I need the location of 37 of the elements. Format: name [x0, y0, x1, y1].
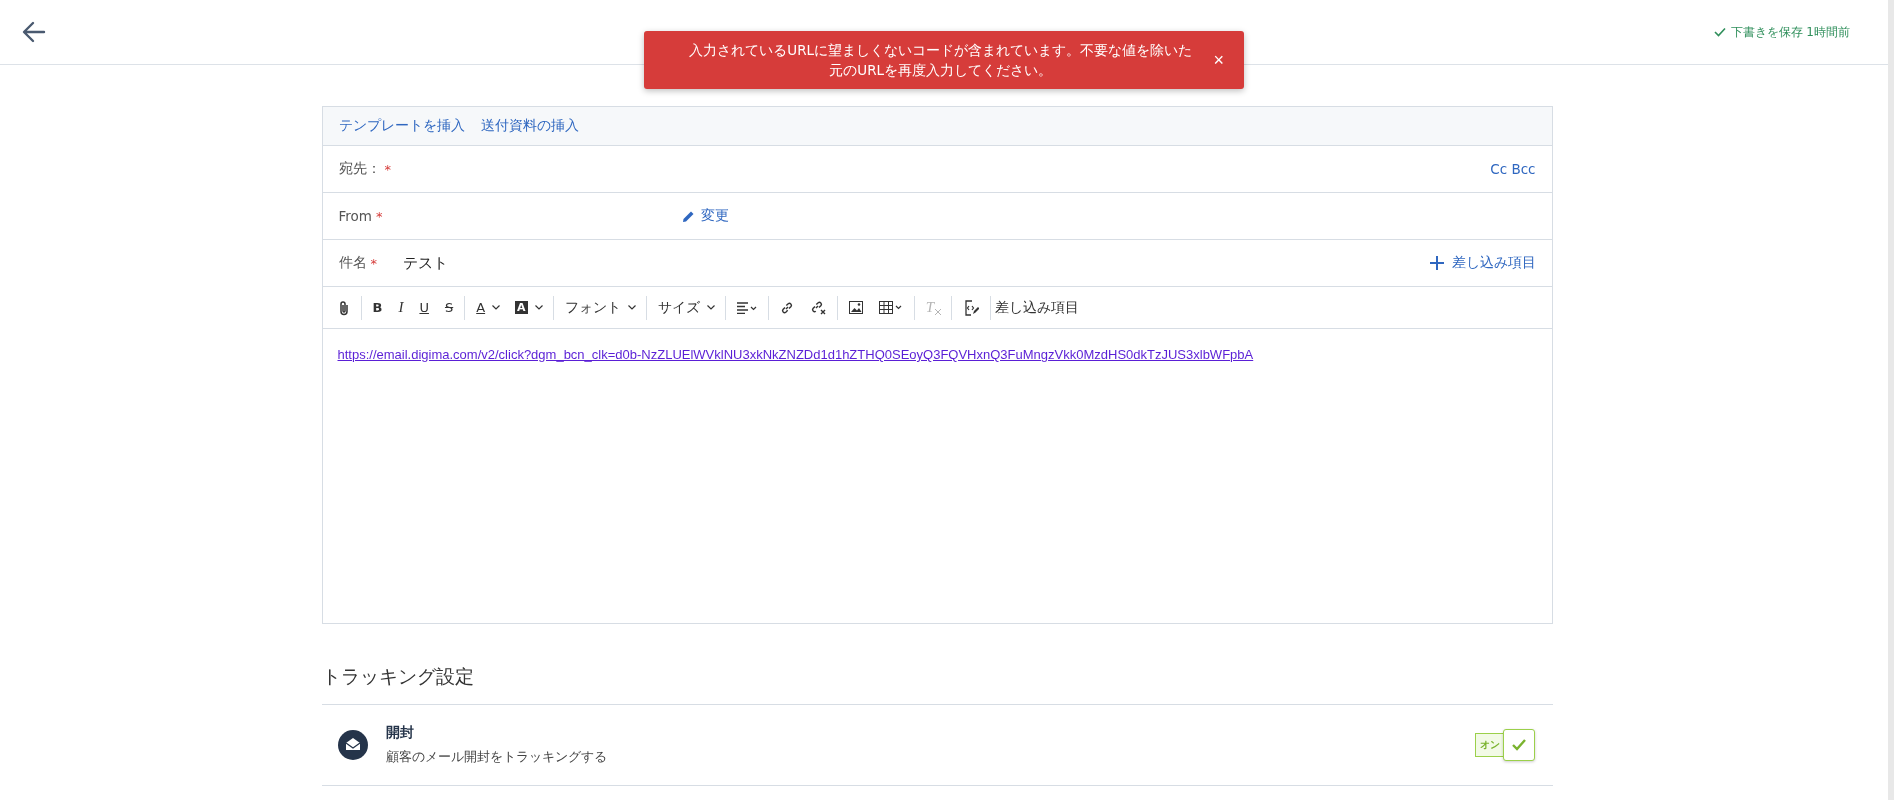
- italic-button[interactable]: I: [391, 296, 411, 319]
- highlight-color-button[interactable]: A: [508, 298, 535, 317]
- insert-link[interactable]: テンプレートを挿入: [338, 117, 465, 135]
- field-label: 宛先：: [338, 160, 381, 178]
- underline-button[interactable]: U: [412, 297, 436, 318]
- change-link[interactable]: 変更: [701, 207, 730, 225]
- chevron-down-icon[interactable]: [534, 305, 543, 310]
- toolbar-dropdown[interactable]: フォント: [557, 295, 628, 320]
- merge-field-button[interactable]: 差し込み項目: [994, 295, 1079, 320]
- save-status: 下書きを保存 1時間前: [1730, 23, 1850, 41]
- envelope-icon: [337, 730, 368, 760]
- cc-bcc-link[interactable]: Cc Bcc: [1490, 161, 1536, 177]
- close-button[interactable]: ×: [1207, 47, 1230, 73]
- toolbar-dropdown[interactable]: サイズ: [650, 295, 707, 320]
- bold-button[interactable]: B: [365, 297, 390, 318]
- back-arrow-icon[interactable]: [22, 21, 46, 43]
- checkmark-icon: [1713, 27, 1726, 37]
- required-mark: *: [375, 208, 383, 224]
- checkmark-icon: [1511, 739, 1526, 751]
- strikethrough-button[interactable]: S: [437, 297, 461, 318]
- merge-field-link[interactable]: 差し込み項目: [1451, 254, 1536, 272]
- required-mark: *: [370, 255, 377, 271]
- tracking-title: 開封: [385, 724, 415, 742]
- chevron-down-icon[interactable]: [627, 305, 636, 310]
- plus-icon[interactable]: [1429, 256, 1444, 270]
- chevron-down-icon[interactable]: [706, 305, 715, 310]
- toast-message: 入力されているURLに望ましくないコードが含まれています。不要な値を除いた元のURLを再度入力してください。: [688, 41, 1194, 80]
- body-link[interactable]: https://email.digima.com/v2/click?dgm_bcn_clk=d0b-NzZLUElWVklNU3xkNkZNZDd1d1hZTHQ0SEoyQ3FQVHxnQ3FuMngzVkk0MzdHS0dkTzJUS3xlbWFpbA: [337, 347, 1254, 362]
- tracking-description: 顧客のメール開封をトラッキングする: [385, 748, 607, 766]
- field-label: From: [338, 208, 372, 224]
- required-mark: *: [384, 161, 391, 177]
- chevron-down-icon[interactable]: [492, 305, 501, 310]
- font-color-button[interactable]: A: [469, 297, 493, 318]
- section-heading: トラッキング設定: [321, 664, 1553, 705]
- field-label: 件名: [338, 254, 367, 272]
- insert-link[interactable]: 送付資料の挿入: [480, 117, 579, 135]
- pencil-icon[interactable]: [682, 209, 696, 223]
